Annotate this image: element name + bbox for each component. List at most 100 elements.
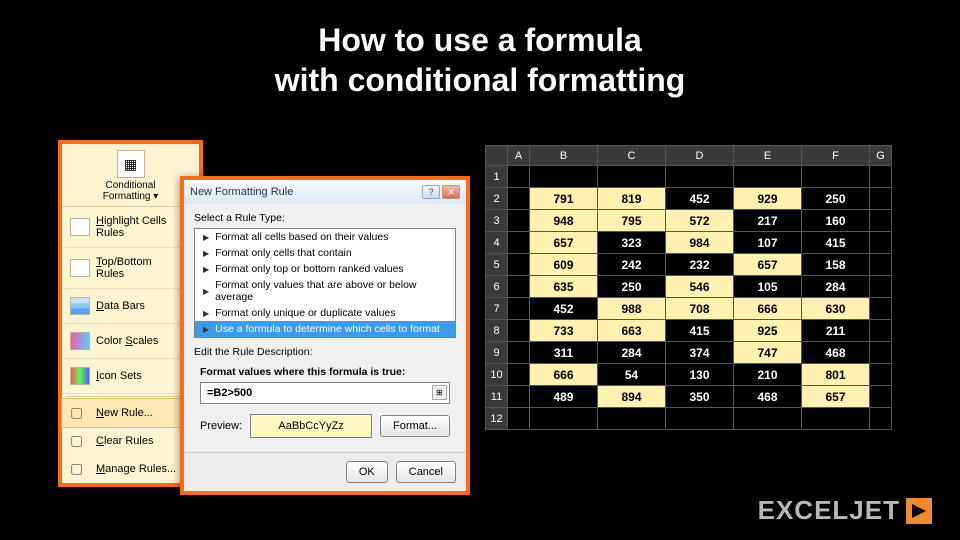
menu-item[interactable]: ▢New Rule... bbox=[62, 399, 199, 427]
row-header[interactable]: 7 bbox=[486, 298, 508, 320]
menu-item[interactable]: ▢Clear Rules▶ bbox=[62, 427, 199, 455]
cell[interactable] bbox=[508, 298, 530, 320]
cell[interactable]: 350 bbox=[666, 386, 734, 408]
cell[interactable]: 489 bbox=[530, 386, 598, 408]
row-header[interactable]: 11 bbox=[486, 386, 508, 408]
cell[interactable]: 666 bbox=[530, 364, 598, 386]
cell[interactable] bbox=[870, 254, 892, 276]
cell[interactable]: 250 bbox=[802, 188, 870, 210]
close-icon[interactable]: ✕ bbox=[442, 185, 460, 199]
cell[interactable]: 415 bbox=[802, 232, 870, 254]
row-header[interactable]: 4 bbox=[486, 232, 508, 254]
menu-item[interactable]: Icon Sets▶ bbox=[62, 359, 199, 394]
column-header[interactable]: G bbox=[870, 146, 892, 166]
spreadsheet-grid[interactable]: ABCDEFG127918194529292503948795572217160… bbox=[485, 145, 892, 430]
cell[interactable] bbox=[598, 408, 666, 430]
cell[interactable]: 242 bbox=[598, 254, 666, 276]
format-button[interactable]: Format... bbox=[380, 415, 450, 437]
cell[interactable]: 663 bbox=[598, 320, 666, 342]
cancel-button[interactable]: Cancel bbox=[396, 461, 456, 483]
cell[interactable]: 801 bbox=[802, 364, 870, 386]
cell[interactable]: 415 bbox=[666, 320, 734, 342]
help-icon[interactable]: ? bbox=[422, 185, 440, 199]
cell[interactable]: 708 bbox=[666, 298, 734, 320]
menu-item[interactable]: Color Scales▶ bbox=[62, 324, 199, 359]
cell[interactable]: 107 bbox=[734, 232, 802, 254]
cell[interactable]: 791 bbox=[530, 188, 598, 210]
cell[interactable] bbox=[870, 276, 892, 298]
cell[interactable] bbox=[508, 342, 530, 364]
conditional-formatting-button[interactable]: ▦ ConditionalFormatting ▾ bbox=[62, 144, 199, 207]
cell[interactable] bbox=[508, 276, 530, 298]
cell[interactable]: 160 bbox=[802, 210, 870, 232]
cell[interactable] bbox=[666, 166, 734, 188]
cell[interactable]: 468 bbox=[802, 342, 870, 364]
menu-item[interactable]: Data Bars▶ bbox=[62, 289, 199, 324]
cell[interactable]: 819 bbox=[598, 188, 666, 210]
cell[interactable]: 546 bbox=[666, 276, 734, 298]
ok-button[interactable]: OK bbox=[346, 461, 388, 483]
cell[interactable]: 635 bbox=[530, 276, 598, 298]
cell[interactable] bbox=[870, 408, 892, 430]
cell[interactable] bbox=[870, 232, 892, 254]
cell[interactable] bbox=[508, 210, 530, 232]
cell[interactable]: 374 bbox=[666, 342, 734, 364]
rule-type-option[interactable]: Format only unique or duplicate values bbox=[195, 305, 455, 321]
cell[interactable]: 232 bbox=[666, 254, 734, 276]
cell[interactable]: 323 bbox=[598, 232, 666, 254]
cell[interactable] bbox=[870, 188, 892, 210]
cell[interactable] bbox=[870, 298, 892, 320]
cell[interactable]: 468 bbox=[734, 386, 802, 408]
rule-type-option[interactable]: Format only values that are above or bel… bbox=[195, 277, 455, 305]
cell[interactable] bbox=[870, 166, 892, 188]
cell[interactable]: 250 bbox=[598, 276, 666, 298]
cell[interactable] bbox=[870, 320, 892, 342]
cell[interactable]: 929 bbox=[734, 188, 802, 210]
cell[interactable] bbox=[666, 408, 734, 430]
menu-item[interactable]: ▢Manage Rules... bbox=[62, 455, 199, 483]
cell[interactable]: 630 bbox=[802, 298, 870, 320]
column-header[interactable]: E bbox=[734, 146, 802, 166]
rule-type-option[interactable]: Format only top or bottom ranked values bbox=[195, 261, 455, 277]
cell[interactable]: 657 bbox=[734, 254, 802, 276]
rule-type-option[interactable]: Use a formula to determine which cells t… bbox=[195, 321, 455, 337]
cell[interactable]: 609 bbox=[530, 254, 598, 276]
cell[interactable]: 572 bbox=[666, 210, 734, 232]
cell[interactable]: 657 bbox=[530, 232, 598, 254]
cell[interactable] bbox=[530, 408, 598, 430]
cell[interactable]: 130 bbox=[666, 364, 734, 386]
cell[interactable] bbox=[508, 408, 530, 430]
corner-cell[interactable] bbox=[486, 146, 508, 166]
cell[interactable]: 311 bbox=[530, 342, 598, 364]
cell[interactable]: 452 bbox=[666, 188, 734, 210]
column-header[interactable]: B bbox=[530, 146, 598, 166]
cell[interactable] bbox=[598, 166, 666, 188]
row-header[interactable]: 2 bbox=[486, 188, 508, 210]
menu-item[interactable]: Highlight Cells Rules▶ bbox=[62, 207, 199, 248]
cell[interactable]: 452 bbox=[530, 298, 598, 320]
column-header[interactable]: F bbox=[802, 146, 870, 166]
cell[interactable]: 733 bbox=[530, 320, 598, 342]
cell[interactable] bbox=[802, 408, 870, 430]
row-header[interactable]: 6 bbox=[486, 276, 508, 298]
cell[interactable] bbox=[508, 232, 530, 254]
cell[interactable]: 284 bbox=[802, 276, 870, 298]
column-header[interactable]: A bbox=[508, 146, 530, 166]
cell[interactable]: 217 bbox=[734, 210, 802, 232]
cell[interactable] bbox=[508, 320, 530, 342]
cell[interactable] bbox=[508, 166, 530, 188]
row-header[interactable]: 8 bbox=[486, 320, 508, 342]
cell[interactable]: 657 bbox=[802, 386, 870, 408]
cell[interactable]: 925 bbox=[734, 320, 802, 342]
row-header[interactable]: 1 bbox=[486, 166, 508, 188]
cell[interactable] bbox=[870, 364, 892, 386]
cell[interactable] bbox=[870, 210, 892, 232]
rule-type-option[interactable]: Format only cells that contain bbox=[195, 245, 455, 261]
cell[interactable]: 158 bbox=[802, 254, 870, 276]
menu-item[interactable]: Top/Bottom Rules▶ bbox=[62, 248, 199, 289]
column-header[interactable]: D bbox=[666, 146, 734, 166]
cell[interactable]: 948 bbox=[530, 210, 598, 232]
row-header[interactable]: 5 bbox=[486, 254, 508, 276]
cell[interactable] bbox=[508, 386, 530, 408]
dialog-titlebar[interactable]: New Formatting Rule ? ✕ bbox=[184, 180, 466, 204]
